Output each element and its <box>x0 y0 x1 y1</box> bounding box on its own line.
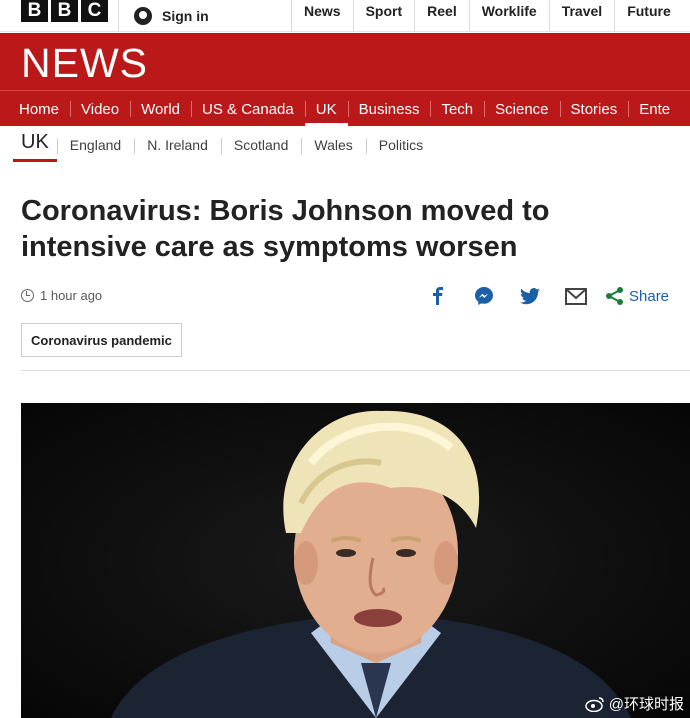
share-button[interactable]: Share <box>606 287 669 305</box>
messenger-icon[interactable] <box>472 284 496 308</box>
nav-tech[interactable]: Tech <box>430 91 484 126</box>
article-meta: 1 hour ago <box>21 288 102 303</box>
share-icon <box>606 287 623 305</box>
news-wordmark[interactable]: NEWS <box>21 40 148 87</box>
bbc-logo[interactable]: B B C <box>21 0 108 22</box>
subnav-england[interactable]: England <box>56 126 134 162</box>
article-photo: @环球时报 <box>21 403 690 718</box>
share-bar: Share <box>426 284 669 308</box>
user-icon <box>134 6 152 25</box>
weibo-watermark: @环球时报 <box>585 693 684 714</box>
email-icon[interactable] <box>564 284 588 308</box>
subnav-uk[interactable]: UK <box>13 126 57 162</box>
sub-nav: UK England N. Ireland Scotland Wales Pol… <box>0 126 690 166</box>
photo-illustration <box>21 403 690 718</box>
news-header: NEWS <box>0 33 690 90</box>
article-headline: Coronavirus: Boris Johnson moved to inte… <box>21 195 550 263</box>
top-nav: News Sport Reel Worklife Travel Future <box>291 0 683 31</box>
clock-icon <box>21 289 34 302</box>
twitter-icon[interactable] <box>518 284 542 308</box>
topnav-news[interactable]: News <box>291 0 353 31</box>
nav-stories[interactable]: Stories <box>559 91 629 126</box>
timestamp: 1 hour ago <box>40 288 103 303</box>
weibo-icon <box>585 696 604 712</box>
nav-uk[interactable]: UK <box>304 91 348 126</box>
subnav-n-ireland[interactable]: N. Ireland <box>134 126 221 162</box>
watermark-text: @环球时报 <box>608 696 684 713</box>
share-label: Share <box>629 287 670 305</box>
logo-letter: C <box>81 0 108 22</box>
topnav-future[interactable]: Future <box>614 0 683 31</box>
nav-us-canada[interactable]: US & Canada <box>191 91 305 126</box>
sign-in-label: Sign in <box>162 7 209 24</box>
logo-letter: B <box>51 0 78 22</box>
subnav-politics[interactable]: Politics <box>365 126 436 162</box>
topnav-travel[interactable]: Travel <box>548 0 614 31</box>
topic-tag[interactable]: Coronavirus pandemic <box>21 323 182 357</box>
nav-video[interactable]: Video <box>70 91 130 126</box>
logo-letter: B <box>21 0 48 22</box>
main-nav: Home Video World US & Canada UK Business… <box>0 90 690 126</box>
subnav-scotland[interactable]: Scotland <box>220 126 301 162</box>
subnav-wales[interactable]: Wales <box>301 126 365 162</box>
nav-business[interactable]: Business <box>347 91 431 126</box>
nav-entertainment[interactable]: Ente <box>628 91 681 126</box>
nav-home[interactable]: Home <box>8 91 70 126</box>
divider <box>21 370 690 371</box>
top-bar: B B C Sign in News Sport Reel Worklife T… <box>0 0 690 32</box>
topnav-reel[interactable]: Reel <box>414 0 469 31</box>
sign-in-button[interactable]: Sign in <box>118 0 278 31</box>
nav-world[interactable]: World <box>130 91 191 126</box>
nav-science[interactable]: Science <box>484 91 559 126</box>
facebook-icon[interactable] <box>426 284 450 308</box>
topnav-worklife[interactable]: Worklife <box>468 0 549 31</box>
topnav-sport[interactable]: Sport <box>352 0 415 31</box>
